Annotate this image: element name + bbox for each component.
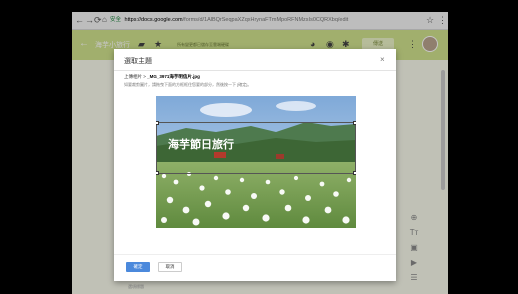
crop-handle[interactable] [156, 171, 159, 175]
crop-handle[interactable] [353, 171, 356, 175]
upload-breadcrumb: 上傳相片 > _MG_3971海芋明信片.jpg [124, 74, 200, 80]
close-icon[interactable]: × [380, 55, 385, 64]
crop-box[interactable] [156, 121, 356, 175]
image-preview[interactable]: 海芋節日旅行 [156, 96, 356, 228]
screen: ← → ⟳ ⌂ 安全 https://docs.google.com/forms… [72, 12, 448, 294]
upload-filename: _MG_3971海芋明信片.jpg [147, 74, 200, 79]
crop-handle[interactable] [156, 121, 159, 125]
cancel-button[interactable]: 取消 [158, 262, 182, 272]
confirm-button[interactable]: 確定 [126, 262, 150, 272]
crop-handle[interactable] [353, 121, 356, 125]
divider [114, 70, 396, 71]
footer-divider [114, 254, 396, 255]
crop-hint: 如要裁剪圖片，請拖曳下面的方框框住您要的部分，然後按一下 [確定]。 [124, 82, 252, 87]
upload-link[interactable]: 上傳相片 > [124, 74, 146, 79]
dialog-title: 選取主題 [124, 58, 152, 65]
select-theme-dialog: 選取主題 × 上傳相片 > _MG_3971海芋明信片.jpg 如要裁剪圖片，請… [114, 49, 396, 281]
